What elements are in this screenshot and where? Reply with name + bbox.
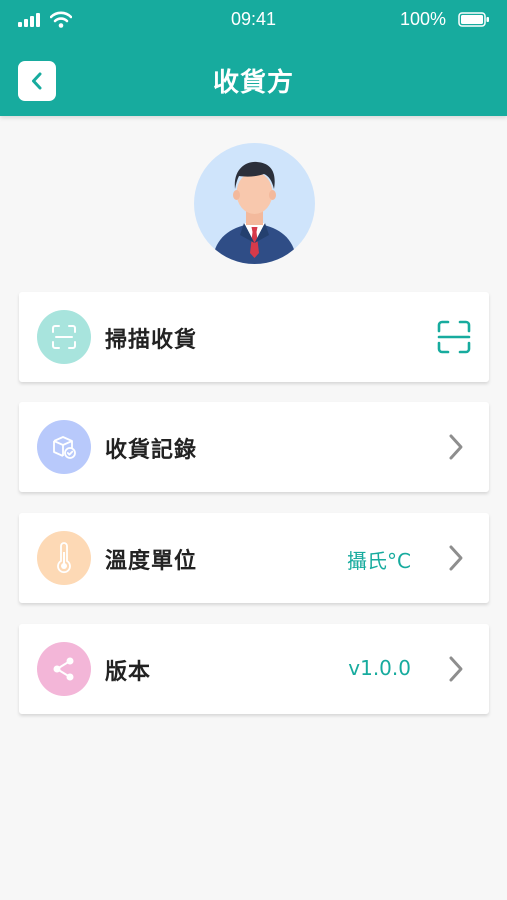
battery-percentage: 100% <box>400 9 447 29</box>
thermometer-icon <box>57 542 71 574</box>
package-check-icon <box>53 436 76 459</box>
menu-item-label: 掃描收貨 <box>105 328 198 353</box>
status-bar: 09:41 100% <box>0 0 507 40</box>
menu-item-label: 版本 <box>105 660 152 685</box>
chevron-right-icon <box>449 545 463 571</box>
scan-icon-badge <box>37 310 91 364</box>
menu-item-scan-receive[interactable]: 掃描收貨 <box>19 292 489 382</box>
chevron-right-icon <box>449 656 463 682</box>
page-title: 收貨方 <box>212 68 294 98</box>
menu-item-label: 收貨記錄 <box>105 438 198 463</box>
thermometer-icon-badge <box>37 531 91 585</box>
menu-item-version[interactable]: 版本 v1.0.0 <box>19 624 489 714</box>
user-avatar-icon <box>212 161 297 264</box>
menu-item-label: 溫度單位 <box>105 549 198 574</box>
share-icon-badge <box>37 642 91 696</box>
chevron-right-icon <box>449 434 463 460</box>
scan-frame-icon[interactable] <box>437 320 471 354</box>
package-icon-badge <box>37 420 91 474</box>
version-value: v1.0.0 <box>348 656 411 680</box>
share-icon <box>53 657 74 681</box>
scan-icon <box>52 325 76 349</box>
temperature-unit-value: 攝氏°C <box>347 549 411 573</box>
menu-item-temperature-unit[interactable]: 溫度單位 攝氏°C <box>19 513 489 603</box>
app-header: 09:41 100% 收貨方 <box>0 0 507 116</box>
menu-item-receive-records[interactable]: 收貨記錄 <box>19 402 489 492</box>
avatar <box>194 143 315 264</box>
battery-icon <box>458 12 489 27</box>
